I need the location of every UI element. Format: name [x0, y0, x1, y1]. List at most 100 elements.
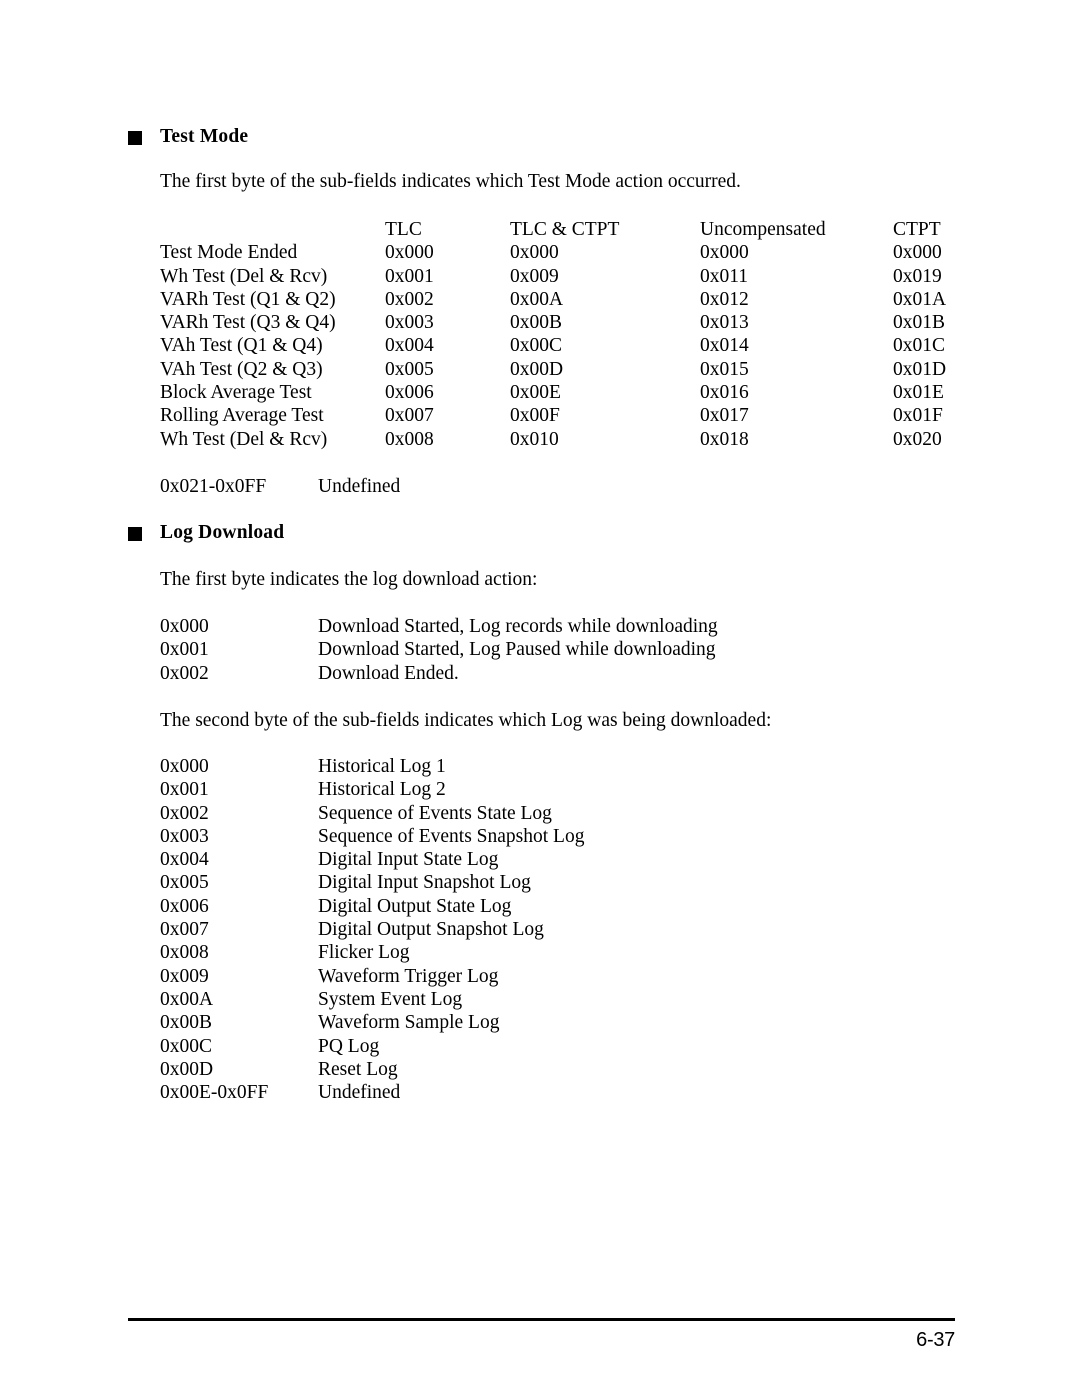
item-description: Digital Input Snapshot Log	[318, 872, 531, 894]
item-code: 0x000	[160, 616, 209, 637]
item-description: Digital Output Snapshot Log	[318, 919, 544, 941]
table-header-row: TLC TLC & CTPT Uncompensated CTPT	[160, 218, 1003, 241]
item-code: 0x005	[160, 872, 209, 894]
table-row: VAh Test (Q2 & Q3) 0x005 0x00D 0x015 0x0…	[160, 358, 1003, 381]
cell-uncompensated: 0x013	[700, 312, 749, 334]
item-code: 0x009	[160, 965, 209, 987]
cell-ctpt: 0x01C	[893, 335, 946, 357]
row-label: VARh Test (Q1 & Q2)	[160, 288, 336, 310]
cell-tlc: 0x003	[385, 312, 434, 334]
item-description: Historical Log 1	[318, 756, 446, 777]
list-item: 0x009 Waveform Trigger Log	[160, 965, 584, 988]
item-description: Download Ended.	[318, 662, 459, 684]
item-description: Sequence of Events State Log	[318, 802, 552, 824]
item-code: 0x001	[160, 779, 209, 801]
table-row: Rolling Average Test 0x007 0x00F 0x017 0…	[160, 404, 1003, 427]
item-description: Historical Log 2	[318, 779, 446, 801]
section-heading-test-mode: Test Mode	[128, 126, 248, 148]
cell-ctpt: 0x01A	[893, 288, 947, 310]
row-label: Block Average Test	[160, 382, 312, 404]
cell-tlc-ctpt: 0x00A	[510, 288, 564, 310]
row-label: Wh Test (Del & Rcv)	[160, 428, 328, 450]
cell-tlc-ctpt: 0x009	[510, 265, 559, 287]
page-number: 6-37	[916, 1329, 955, 1351]
item-code: 0x00A	[160, 988, 214, 1010]
item-code: 0x001	[160, 639, 209, 661]
cell-uncompensated: 0x000	[700, 242, 749, 264]
cell-tlc-ctpt: 0x010	[510, 428, 559, 450]
list-item: 0x003 Sequence of Events Snapshot Log	[160, 825, 584, 848]
list-item: 0x00A System Event Log	[160, 988, 584, 1011]
item-code: 0x002	[160, 662, 209, 684]
cell-tlc: 0x001	[385, 265, 434, 287]
list-item: 0x008 Flicker Log	[160, 941, 584, 964]
item-code: 0x003	[160, 825, 209, 847]
list-item: 0x001 Download Started, Log Paused while…	[160, 638, 718, 661]
item-code: 0x006	[160, 895, 209, 917]
cell-uncompensated: 0x017	[700, 405, 749, 427]
item-description: Download Started, Log Paused while downl…	[318, 639, 716, 661]
cell-uncompensated: 0x016	[700, 382, 749, 404]
cell-tlc: 0x007	[385, 405, 434, 427]
list-item: 0x00E-0x0FF Undefined	[160, 1081, 584, 1104]
cell-tlc-ctpt: 0x00F	[510, 405, 560, 427]
item-description: Reset Log	[318, 1058, 398, 1080]
test-mode-undefined-range: 0x021-0x0FF Undefined	[160, 475, 400, 498]
cell-tlc-ctpt: 0x000	[510, 242, 559, 264]
cell-ctpt: 0x000	[893, 242, 942, 264]
list-item: 0x021-0x0FF Undefined	[160, 475, 400, 498]
item-description: Waveform Trigger Log	[318, 965, 499, 987]
item-code: 0x000	[160, 756, 209, 777]
section-heading-log-download: Log Download	[128, 522, 284, 544]
cell-ctpt: 0x019	[893, 265, 942, 287]
range-description: Undefined	[318, 476, 401, 497]
item-description: PQ Log	[318, 1035, 380, 1057]
cell-uncompensated: 0x012	[700, 288, 749, 310]
list-item: 0x005 Digital Input Snapshot Log	[160, 871, 584, 894]
list-item: 0x002 Download Ended.	[160, 662, 718, 685]
bullet-square-icon	[128, 527, 142, 541]
column-header-tlc: TLC	[385, 219, 422, 240]
table-row: Wh Test (Del & Rcv) 0x008 0x010 0x018 0x…	[160, 428, 1003, 451]
list-item: 0x006 Digital Output State Log	[160, 895, 584, 918]
cell-tlc-ctpt: 0x00D	[510, 358, 564, 380]
document-page: Test Mode The first byte of the sub-fiel…	[0, 0, 1080, 1397]
cell-tlc: 0x004	[385, 335, 434, 357]
item-description: System Event Log	[318, 988, 463, 1010]
footer-divider	[128, 1318, 955, 1321]
cell-uncompensated: 0x011	[700, 265, 749, 287]
item-description: Waveform Sample Log	[318, 1012, 500, 1034]
list-item: 0x002 Sequence of Events State Log	[160, 802, 584, 825]
item-code: 0x002	[160, 802, 209, 824]
cell-tlc: 0x006	[385, 382, 434, 404]
column-header-tlc-ctpt: TLC & CTPT	[510, 219, 620, 240]
log-download-second-byte-intro: The second byte of the sub-fields indica…	[160, 710, 772, 731]
list-item: 0x00C PQ Log	[160, 1035, 584, 1058]
table-row: VAh Test (Q1 & Q4) 0x004 0x00C 0x014 0x0…	[160, 334, 1003, 357]
item-description: Flicker Log	[318, 942, 410, 964]
cell-uncompensated: 0x015	[700, 358, 749, 380]
cell-tlc-ctpt: 0x00B	[510, 312, 563, 334]
row-label: Test Mode Ended	[160, 242, 298, 264]
list-item: 0x001 Historical Log 2	[160, 778, 584, 801]
row-label: VARh Test (Q3 & Q4)	[160, 312, 336, 334]
table-row: Block Average Test 0x006 0x00E 0x016 0x0…	[160, 381, 1003, 404]
section-heading-label: Test Mode	[160, 126, 249, 147]
list-item: 0x00D Reset Log	[160, 1058, 584, 1081]
item-code: 0x008	[160, 942, 209, 964]
item-description: Digital Output State Log	[318, 895, 512, 917]
list-item: 0x000 Download Started, Log records whil…	[160, 615, 718, 638]
cell-tlc: 0x008	[385, 428, 434, 450]
row-label: Wh Test (Del & Rcv)	[160, 265, 328, 287]
row-label: Rolling Average Test	[160, 405, 324, 427]
cell-tlc: 0x002	[385, 288, 434, 310]
item-code: 0x007	[160, 919, 209, 941]
range-code: 0x021-0x0FF	[160, 476, 267, 497]
list-item: 0x004 Digital Input State Log	[160, 848, 584, 871]
item-code: 0x00C	[160, 1035, 213, 1057]
cell-ctpt: 0x01E	[893, 382, 944, 404]
section-heading-label: Log Download	[160, 522, 285, 543]
item-code: 0x00E-0x0FF	[160, 1082, 269, 1104]
cell-tlc-ctpt: 0x00E	[510, 382, 561, 404]
log-download-first-byte-list: 0x000 Download Started, Log records whil…	[160, 615, 718, 685]
